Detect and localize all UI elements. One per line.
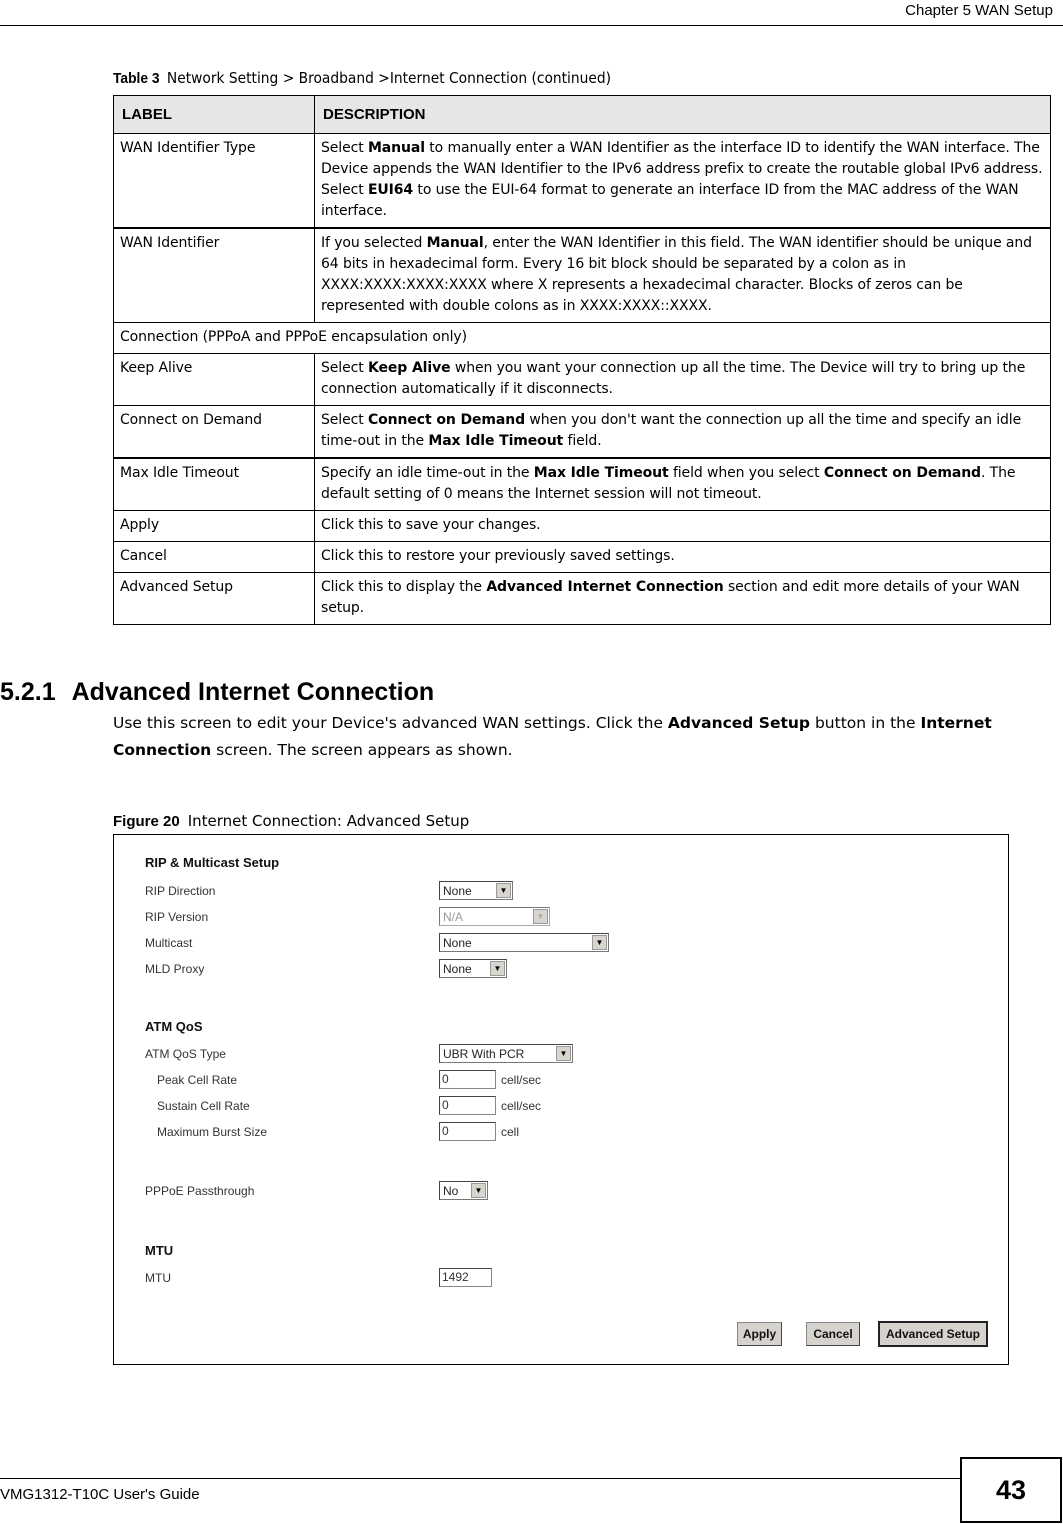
row-description: Select Manual to manually enter a WAN Id… [314, 133, 1051, 229]
page-number: 43 [960, 1457, 1062, 1523]
chevron-down-icon: ▼ [490, 961, 505, 976]
table-row: WAN Identifier Type Select Manual to manu… [113, 133, 1051, 229]
section-title-text: Advanced Internet Connection [71, 678, 435, 706]
max-burst-size-label: Maximum Burst Size [157, 1125, 268, 1139]
peak-cell-rate-label: Peak Cell Rate [157, 1073, 238, 1087]
row-label: Keep Alive [113, 353, 315, 406]
pppoe-passthrough-select[interactable]: No ▼ [439, 1181, 488, 1200]
row-description: Click this to display the Advanced Inter… [314, 572, 1051, 625]
row-description: If you selected Manual, enter the WAN Id… [314, 227, 1051, 323]
mtu-label: MTU [145, 1271, 171, 1285]
rip-direction-label: RIP Direction [145, 884, 216, 898]
header-rule [0, 25, 1063, 26]
chapter-header: Chapter 5 WAN Setup [905, 2, 1053, 19]
multicast-value: None [443, 935, 472, 950]
chevron-down-icon: ▼ [556, 1046, 571, 1061]
apply-button[interactable]: Apply [737, 1322, 782, 1346]
rip-version-label: RIP Version [145, 910, 209, 924]
multicast-label: Multicast [145, 936, 193, 950]
row-description: Specify an idle time-out in the Max Idle… [314, 457, 1051, 511]
advanced-setup-screenshot: RIP & Multicast Setup RIP Direction None… [113, 834, 1009, 1365]
row-description: Select Connect on Demand when you don't … [314, 405, 1051, 459]
footer-guide-title: VMG1312-T10C User's Guide [0, 1486, 200, 1503]
column-header-label: LABEL [113, 95, 315, 134]
row-label: Cancel [113, 541, 315, 573]
bold-term: Manual [367, 140, 425, 156]
max-burst-size-unit: cell [501, 1124, 520, 1139]
bold-term: EUI64 [367, 182, 414, 198]
bold-term: Max Idle Timeout [428, 433, 564, 449]
row-label: Advanced Setup [113, 572, 315, 625]
advanced-setup-button[interactable]: Advanced Setup [878, 1321, 988, 1347]
table-row: Cancel Click this to restore your previou… [113, 541, 1051, 573]
table-row: Keep Alive Select Keep Alive when you wan… [113, 353, 1051, 406]
pppoe-passthrough-label: PPPoE Passthrough [145, 1184, 255, 1198]
pppoe-passthrough-value: No [443, 1183, 459, 1198]
atm-qos-heading: ATM QoS [145, 1019, 203, 1034]
row-label: Max Idle Timeout [113, 457, 315, 511]
table-header-row: LABEL DESCRIPTION [113, 95, 1051, 134]
mtu-heading: MTU [145, 1243, 174, 1258]
row-description: Click this to save your changes. [314, 510, 1051, 542]
bold-term: Max Idle Timeout [533, 465, 669, 481]
section-title: 5.2.1 Advanced Internet Connection [0, 678, 434, 707]
table-caption-label: Table 3 [113, 70, 160, 87]
figure-caption: Figure 20 Internet Connection: Advanced S… [113, 812, 469, 830]
peak-cell-rate-unit: cell/sec [501, 1072, 542, 1087]
bold-term: Connect on Demand [823, 465, 981, 481]
section-number: 5.2.1 [0, 678, 56, 706]
mld-proxy-label: MLD Proxy [145, 962, 205, 976]
bold-term: Keep Alive [367, 360, 451, 376]
row-label: WAN Identifier [113, 227, 315, 323]
table-caption: Table 3 Network Setting > Broadband >Inte… [113, 69, 611, 87]
table-row: Max Idle Timeout Specify an idle time-out… [113, 457, 1051, 511]
table-row: Advanced Setup Click this to display the … [113, 572, 1051, 625]
peak-cell-rate-input[interactable]: 0 [439, 1070, 496, 1089]
bold-term: Advanced Setup [667, 714, 811, 732]
atm-qos-type-label: ATM QoS Type [145, 1047, 226, 1061]
row-label: Apply [113, 510, 315, 542]
table-row: Connect on Demand Select Connect on Deman… [113, 405, 1051, 459]
atm-qos-type-select[interactable]: UBR With PCR ▼ [439, 1044, 573, 1063]
mld-proxy-value: None [443, 961, 472, 976]
row-description: Click this to restore your previously sa… [314, 541, 1051, 573]
table-row: Apply Click this to save your changes. [113, 510, 1051, 542]
sustain-cell-rate-unit: cell/sec [501, 1098, 542, 1113]
description-table: LABEL DESCRIPTION WAN Identifier Type Sel… [113, 95, 1051, 625]
multicast-select[interactable]: None ▼ [439, 933, 609, 952]
sustain-cell-rate-input[interactable]: 0 [439, 1096, 496, 1115]
section-intro: Use this screen to edit your Device's ad… [113, 714, 992, 759]
rip-direction-select[interactable]: None ▼ [439, 881, 513, 900]
rip-direction-value: None [443, 883, 472, 898]
rip-version-select: N/A ▼ [439, 907, 550, 926]
chevron-down-icon: ▼ [533, 909, 548, 924]
bold-term: Internet Connection [113, 714, 992, 759]
atm-qos-type-value: UBR With PCR [443, 1046, 525, 1061]
cancel-button[interactable]: Cancel [806, 1322, 860, 1346]
table-body: WAN Identifier Type Select Manual to manu… [113, 133, 1051, 625]
bold-term: Connect on Demand [367, 412, 526, 428]
chevron-down-icon: ▼ [592, 935, 607, 950]
bold-term: Advanced Internet Connection [486, 579, 724, 595]
chevron-down-icon: ▼ [496, 883, 511, 898]
chevron-down-icon: ▼ [471, 1183, 486, 1198]
column-header-description: DESCRIPTION [314, 95, 1051, 134]
row-description: Select Keep Alive when you want your con… [314, 353, 1051, 406]
mld-proxy-select[interactable]: None ▼ [439, 959, 507, 978]
table-caption-text: Network Setting > Broadband >Internet Co… [166, 69, 612, 87]
mtu-input[interactable]: 1492 [439, 1268, 492, 1287]
bold-term: Manual [426, 235, 484, 251]
figure-caption-label: Figure 20 [113, 813, 180, 830]
figure-caption-text: Internet Connection: Advanced Setup [187, 812, 470, 830]
row-label: WAN Identifier Type [113, 133, 315, 229]
rip-multicast-heading: RIP & Multicast Setup [145, 855, 280, 870]
sustain-cell-rate-label: Sustain Cell Rate [157, 1099, 250, 1113]
rip-version-value: N/A [443, 909, 464, 924]
max-burst-size-input[interactable]: 0 [439, 1122, 496, 1141]
footer-rule [0, 1478, 960, 1479]
table-row: Connection (PPPoA and PPPoE encapsulatio… [113, 322, 1051, 354]
table-subheading: Connection (PPPoA and PPPoE encapsulatio… [113, 322, 1051, 354]
table-row: WAN Identifier If you selected Manual, en… [113, 227, 1051, 323]
row-label: Connect on Demand [113, 405, 315, 459]
